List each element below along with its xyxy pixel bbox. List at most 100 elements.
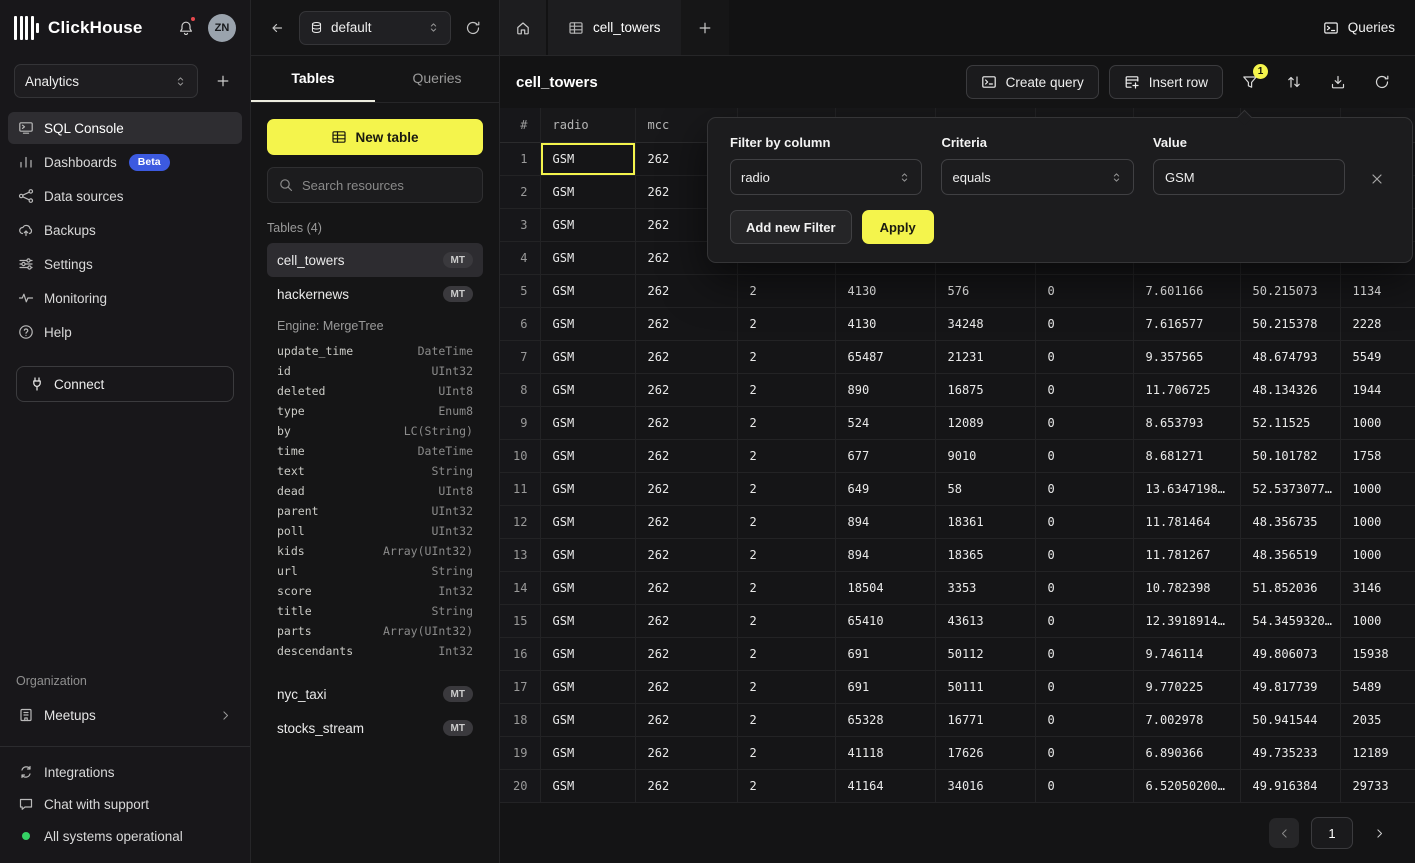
- cell[interactable]: 51.852036: [1240, 571, 1340, 604]
- cell[interactable]: 7.601166: [1133, 274, 1240, 307]
- cell[interactable]: 12089: [935, 406, 1035, 439]
- cell[interactable]: 262: [635, 769, 737, 802]
- sidebar-item-sql-console[interactable]: SQL Console: [8, 112, 242, 144]
- cell[interactable]: 2: [737, 472, 835, 505]
- cell[interactable]: 0: [1035, 439, 1133, 472]
- create-query-button[interactable]: Create query: [966, 65, 1099, 99]
- sidebar-item-data-sources[interactable]: Data sources: [8, 180, 242, 212]
- cell[interactable]: 3353: [935, 571, 1035, 604]
- cell[interactable]: 691: [835, 670, 935, 703]
- cell[interactable]: 262: [635, 274, 737, 307]
- cell[interactable]: 2: [737, 604, 835, 637]
- cell[interactable]: GSM: [540, 472, 635, 505]
- cell[interactable]: 5549: [1340, 340, 1415, 373]
- cell[interactable]: 0: [1035, 736, 1133, 769]
- cell[interactable]: 0: [1035, 571, 1133, 604]
- tab-cell-towers[interactable]: cell_towers: [548, 0, 681, 55]
- cell[interactable]: 49.817739: [1240, 670, 1340, 703]
- refresh-tables-button[interactable]: [459, 14, 487, 42]
- add-new-filter-button[interactable]: Add new Filter: [730, 210, 852, 244]
- cell[interactable]: 4130: [835, 307, 935, 340]
- cell[interactable]: 7.616577: [1133, 307, 1240, 340]
- cell[interactable]: 4130: [835, 274, 935, 307]
- cell[interactable]: 0: [1035, 373, 1133, 406]
- avatar[interactable]: ZN: [208, 14, 236, 42]
- sidebar-item-monitoring[interactable]: Monitoring: [8, 282, 242, 314]
- notifications-bell-icon[interactable]: [173, 15, 199, 41]
- cell[interactable]: 262: [635, 340, 737, 373]
- cell[interactable]: 13.6347198…: [1133, 472, 1240, 505]
- connect-button[interactable]: Connect: [16, 366, 234, 402]
- cell[interactable]: 2: [737, 274, 835, 307]
- cell[interactable]: 5489: [1340, 670, 1415, 703]
- cell[interactable]: 8.653793: [1133, 406, 1240, 439]
- filter-criteria-select[interactable]: equals: [941, 159, 1133, 195]
- cell[interactable]: 2: [737, 373, 835, 406]
- cell[interactable]: 1758: [1340, 439, 1415, 472]
- cell[interactable]: GSM: [540, 208, 635, 241]
- cell[interactable]: 2: [737, 340, 835, 373]
- cell[interactable]: 576: [935, 274, 1035, 307]
- cell[interactable]: 894: [835, 538, 935, 571]
- collapse-sidebar-button[interactable]: [263, 14, 291, 42]
- cell[interactable]: 6.890366: [1133, 736, 1240, 769]
- cell[interactable]: 262: [635, 439, 737, 472]
- cell[interactable]: 262: [635, 736, 737, 769]
- cell[interactable]: 49.916384: [1240, 769, 1340, 802]
- cell[interactable]: 890: [835, 373, 935, 406]
- sidebar-item-settings[interactable]: Settings: [8, 248, 242, 280]
- cell[interactable]: 0: [1035, 769, 1133, 802]
- cell[interactable]: 691: [835, 637, 935, 670]
- cell[interactable]: 2: [737, 406, 835, 439]
- cell[interactable]: 41118: [835, 736, 935, 769]
- cell[interactable]: 48.674793: [1240, 340, 1340, 373]
- cell[interactable]: 9010: [935, 439, 1035, 472]
- sidebar-item-all-systems-operational[interactable]: All systems operational: [8, 821, 242, 851]
- cell[interactable]: 48.356519: [1240, 538, 1340, 571]
- cell[interactable]: 2228: [1340, 307, 1415, 340]
- cell[interactable]: 9.357565: [1133, 340, 1240, 373]
- cell[interactable]: 21231: [935, 340, 1035, 373]
- cell[interactable]: 1000: [1340, 505, 1415, 538]
- cell[interactable]: 1000: [1340, 406, 1415, 439]
- cell[interactable]: 9.746114: [1133, 637, 1240, 670]
- cell[interactable]: 262: [635, 637, 737, 670]
- cell[interactable]: GSM: [540, 538, 635, 571]
- cell[interactable]: 12.3918914…: [1133, 604, 1240, 637]
- sidebar-item-meetups[interactable]: Meetups: [8, 698, 242, 732]
- new-tab-button[interactable]: [681, 0, 729, 55]
- cell[interactable]: 65328: [835, 703, 935, 736]
- cell[interactable]: 2: [737, 637, 835, 670]
- search-resources-input[interactable]: [302, 178, 472, 193]
- cell[interactable]: 7.002978: [1133, 703, 1240, 736]
- cell[interactable]: 10.782398: [1133, 571, 1240, 604]
- remove-filter-button[interactable]: [1364, 166, 1390, 192]
- cell[interactable]: 50.101782: [1240, 439, 1340, 472]
- cell[interactable]: 43613: [935, 604, 1035, 637]
- cell[interactable]: 0: [1035, 307, 1133, 340]
- filter-column-select[interactable]: radio: [730, 159, 922, 195]
- cell[interactable]: 48.356735: [1240, 505, 1340, 538]
- cell[interactable]: GSM: [540, 571, 635, 604]
- home-tab[interactable]: [500, 0, 546, 55]
- cell[interactable]: 11.781464: [1133, 505, 1240, 538]
- cell[interactable]: 262: [635, 538, 737, 571]
- cell[interactable]: 2: [737, 571, 835, 604]
- cell[interactable]: 12189: [1340, 736, 1415, 769]
- cell[interactable]: 11.781267: [1133, 538, 1240, 571]
- cell[interactable]: GSM: [540, 736, 635, 769]
- cell[interactable]: 2: [737, 307, 835, 340]
- cell[interactable]: 3146: [1340, 571, 1415, 604]
- sidebar-item-help[interactable]: Help: [8, 316, 242, 348]
- cell[interactable]: 9.770225: [1133, 670, 1240, 703]
- cell[interactable]: GSM: [540, 142, 635, 175]
- cell[interactable]: 6.52050200…: [1133, 769, 1240, 802]
- cell[interactable]: 50.215378: [1240, 307, 1340, 340]
- cell[interactable]: GSM: [540, 505, 635, 538]
- cell[interactable]: 8.681271: [1133, 439, 1240, 472]
- cell[interactable]: 50.215073: [1240, 274, 1340, 307]
- cell[interactable]: GSM: [540, 406, 635, 439]
- cell[interactable]: 262: [635, 373, 737, 406]
- table-item-nyc_taxi[interactable]: nyc_taxiMT: [267, 677, 483, 711]
- cell[interactable]: 0: [1035, 670, 1133, 703]
